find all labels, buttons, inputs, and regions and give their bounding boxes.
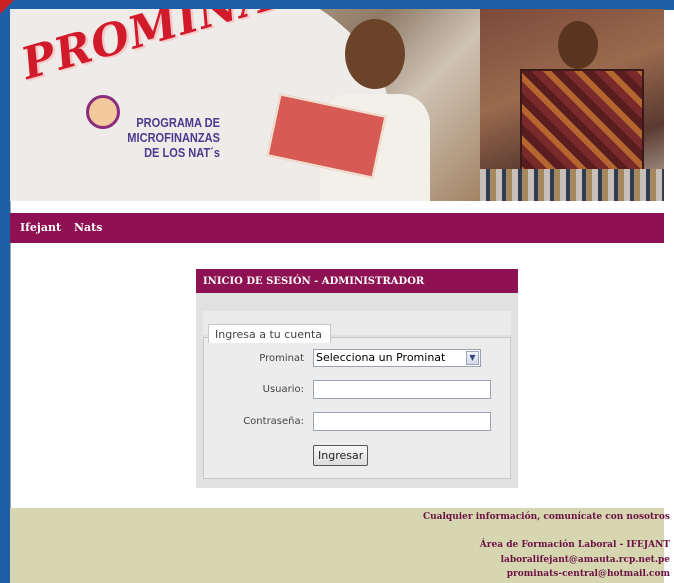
- prominat-label: Prominat: [259, 353, 304, 364]
- login-legend: Ingresa a tu cuenta: [208, 324, 332, 343]
- password-input[interactable]: [313, 412, 491, 431]
- main-nav: Ifejant Nats: [10, 213, 664, 243]
- banner-mats: [480, 169, 664, 201]
- footer-contact: Cualquier información, comunícate con no…: [422, 512, 670, 522]
- footer-email-1[interactable]: laboralifejant@amauta.rcp.net.pe: [501, 555, 670, 565]
- usuario-input[interactable]: [313, 380, 491, 399]
- footer: Cualquier información, comunícate con no…: [10, 508, 670, 583]
- login-header: INICIO DE SESIÓN - ADMINISTRADOR: [196, 269, 518, 293]
- nav-item-nats[interactable]: Nats: [74, 221, 102, 234]
- banner-tagline: PROGRAMA DE MICROFINANZAS DE LOS NAT´s: [127, 115, 220, 160]
- header-banner: PROMINATS PROGRAMA DE MICROFINANZAS DE L…: [10, 9, 664, 201]
- prominat-select-value: Selecciona un Prominat: [316, 351, 446, 364]
- ingresar-button[interactable]: Ingresar: [313, 445, 369, 466]
- usuario-label: Usuario:: [262, 384, 304, 395]
- mascot-icon: [86, 95, 120, 129]
- banner-girl-head: [558, 21, 598, 69]
- password-label: Contraseña:: [243, 416, 304, 427]
- prominat-select[interactable]: Selecciona un Prominat ▼: [313, 349, 481, 367]
- chevron-down-icon[interactable]: ▼: [466, 351, 479, 365]
- footer-area: Área de Formación Laboral - IFEJANT: [479, 540, 670, 550]
- nav-item-ifejant[interactable]: Ifejant: [20, 221, 61, 234]
- login-panel: INICIO DE SESIÓN - ADMINISTRADOR Ingresa…: [196, 269, 518, 488]
- footer-email-2[interactable]: prominats-central@hotmail.com: [507, 569, 670, 579]
- banner-boy-head: [345, 19, 405, 89]
